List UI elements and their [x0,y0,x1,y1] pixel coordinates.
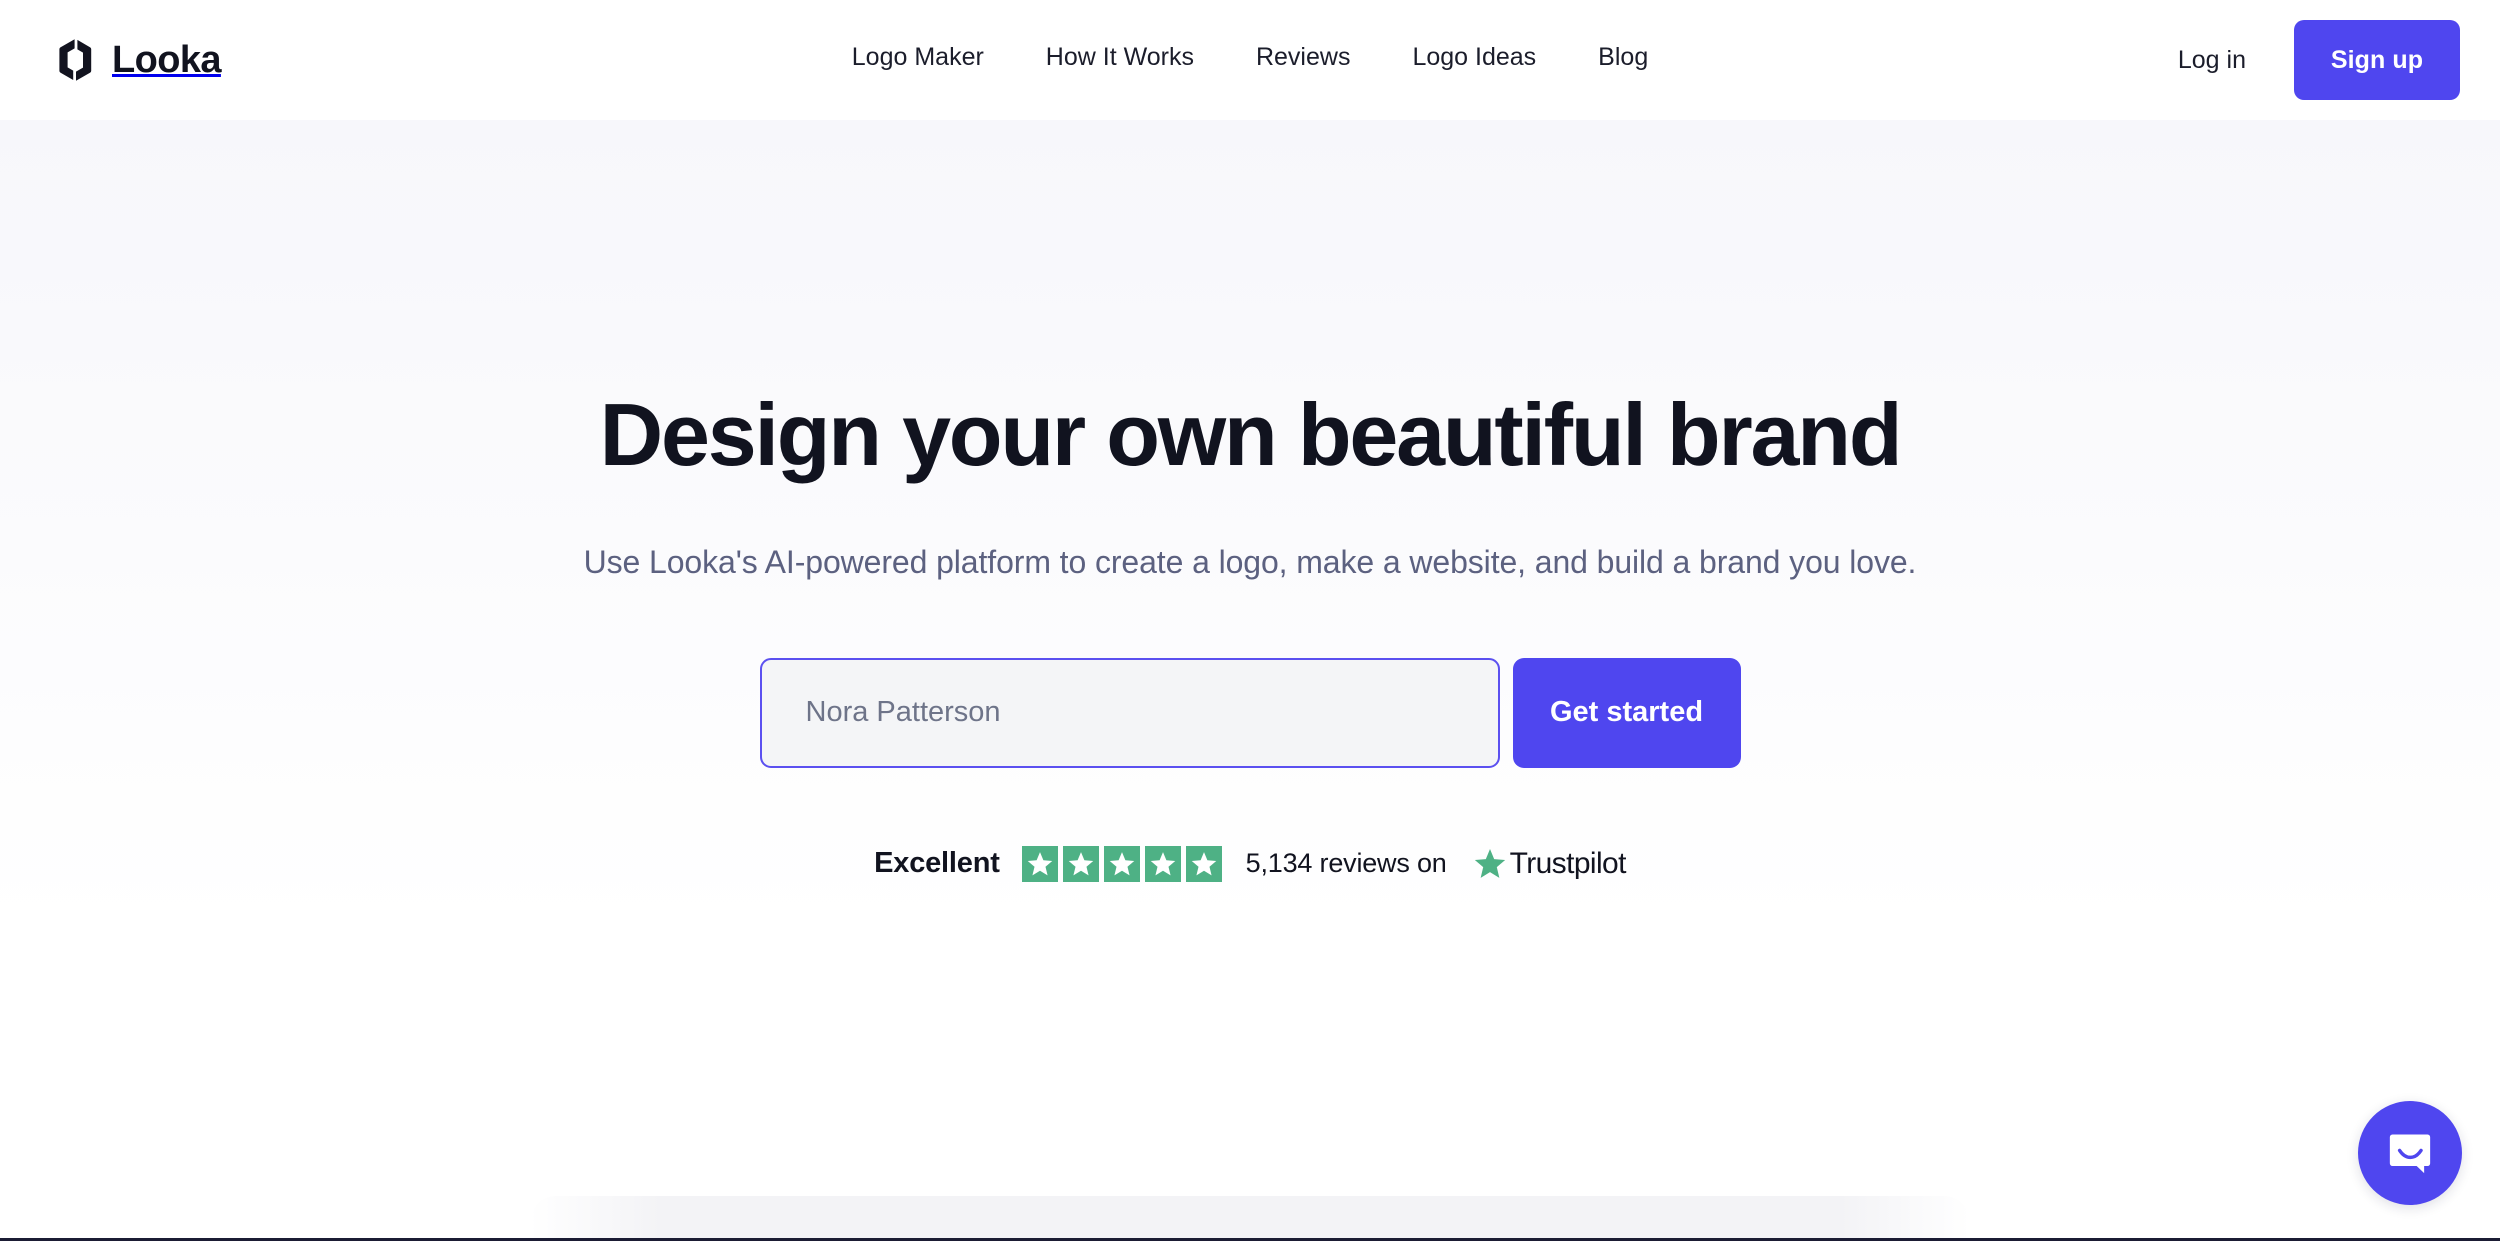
looka-logo-link[interactable]: Looka [56,38,222,82]
star-icon [1062,845,1099,882]
brand-wordmark: Looka [112,39,222,81]
login-link[interactable]: Log in [2178,46,2246,75]
chat-bubble-smile-icon [2384,1127,2436,1179]
trustpilot-rating-label: Excellent [874,847,1000,880]
chat-launcher-button[interactable] [2358,1101,2462,1205]
brand-name-form: Get started [0,657,2500,768]
nav-logo-ideas[interactable]: Logo Ideas [1412,40,1536,75]
primary-navigation: Logo Maker How It Works Reviews Logo Ide… [852,40,1648,75]
trustpilot-stars [1021,845,1222,882]
nav-reviews[interactable]: Reviews [1256,40,1350,75]
star-icon [1103,845,1140,882]
star-icon [1185,845,1222,882]
brand-name-input[interactable] [759,657,1500,768]
trustpilot-review-count: 5,134 reviews on [1245,848,1447,879]
trustpilot-brand[interactable]: Trustpilot [1473,847,1626,881]
nav-blog[interactable]: Blog [1598,40,1648,75]
page-title: Design your own beautiful brand [599,385,1903,484]
signup-button[interactable]: Sign up [2294,20,2460,100]
looka-hexagon-logo-icon [56,38,96,82]
site-header: Looka Logo Maker How It Works Reviews Lo… [0,0,2500,120]
next-section-peek [530,1196,1970,1241]
get-started-button[interactable]: Get started [1512,657,1741,768]
hero-section: Design your own beautiful brand Use Look… [0,120,2500,882]
trustpilot-star-icon [1473,847,1507,881]
hero-subtitle: Use Looka's AI-powered platform to creat… [583,544,1917,581]
trustpilot-rating[interactable]: Excellent 5,134 reviews on Trustpilot [0,845,2500,882]
nav-how-it-works[interactable]: How It Works [1046,40,1194,75]
nav-logo-maker[interactable]: Logo Maker [852,40,984,75]
star-icon [1021,845,1058,882]
trustpilot-wordmark: Trustpilot [1509,846,1627,880]
star-icon [1144,845,1181,882]
header-actions: Log in Sign up [2178,20,2460,100]
